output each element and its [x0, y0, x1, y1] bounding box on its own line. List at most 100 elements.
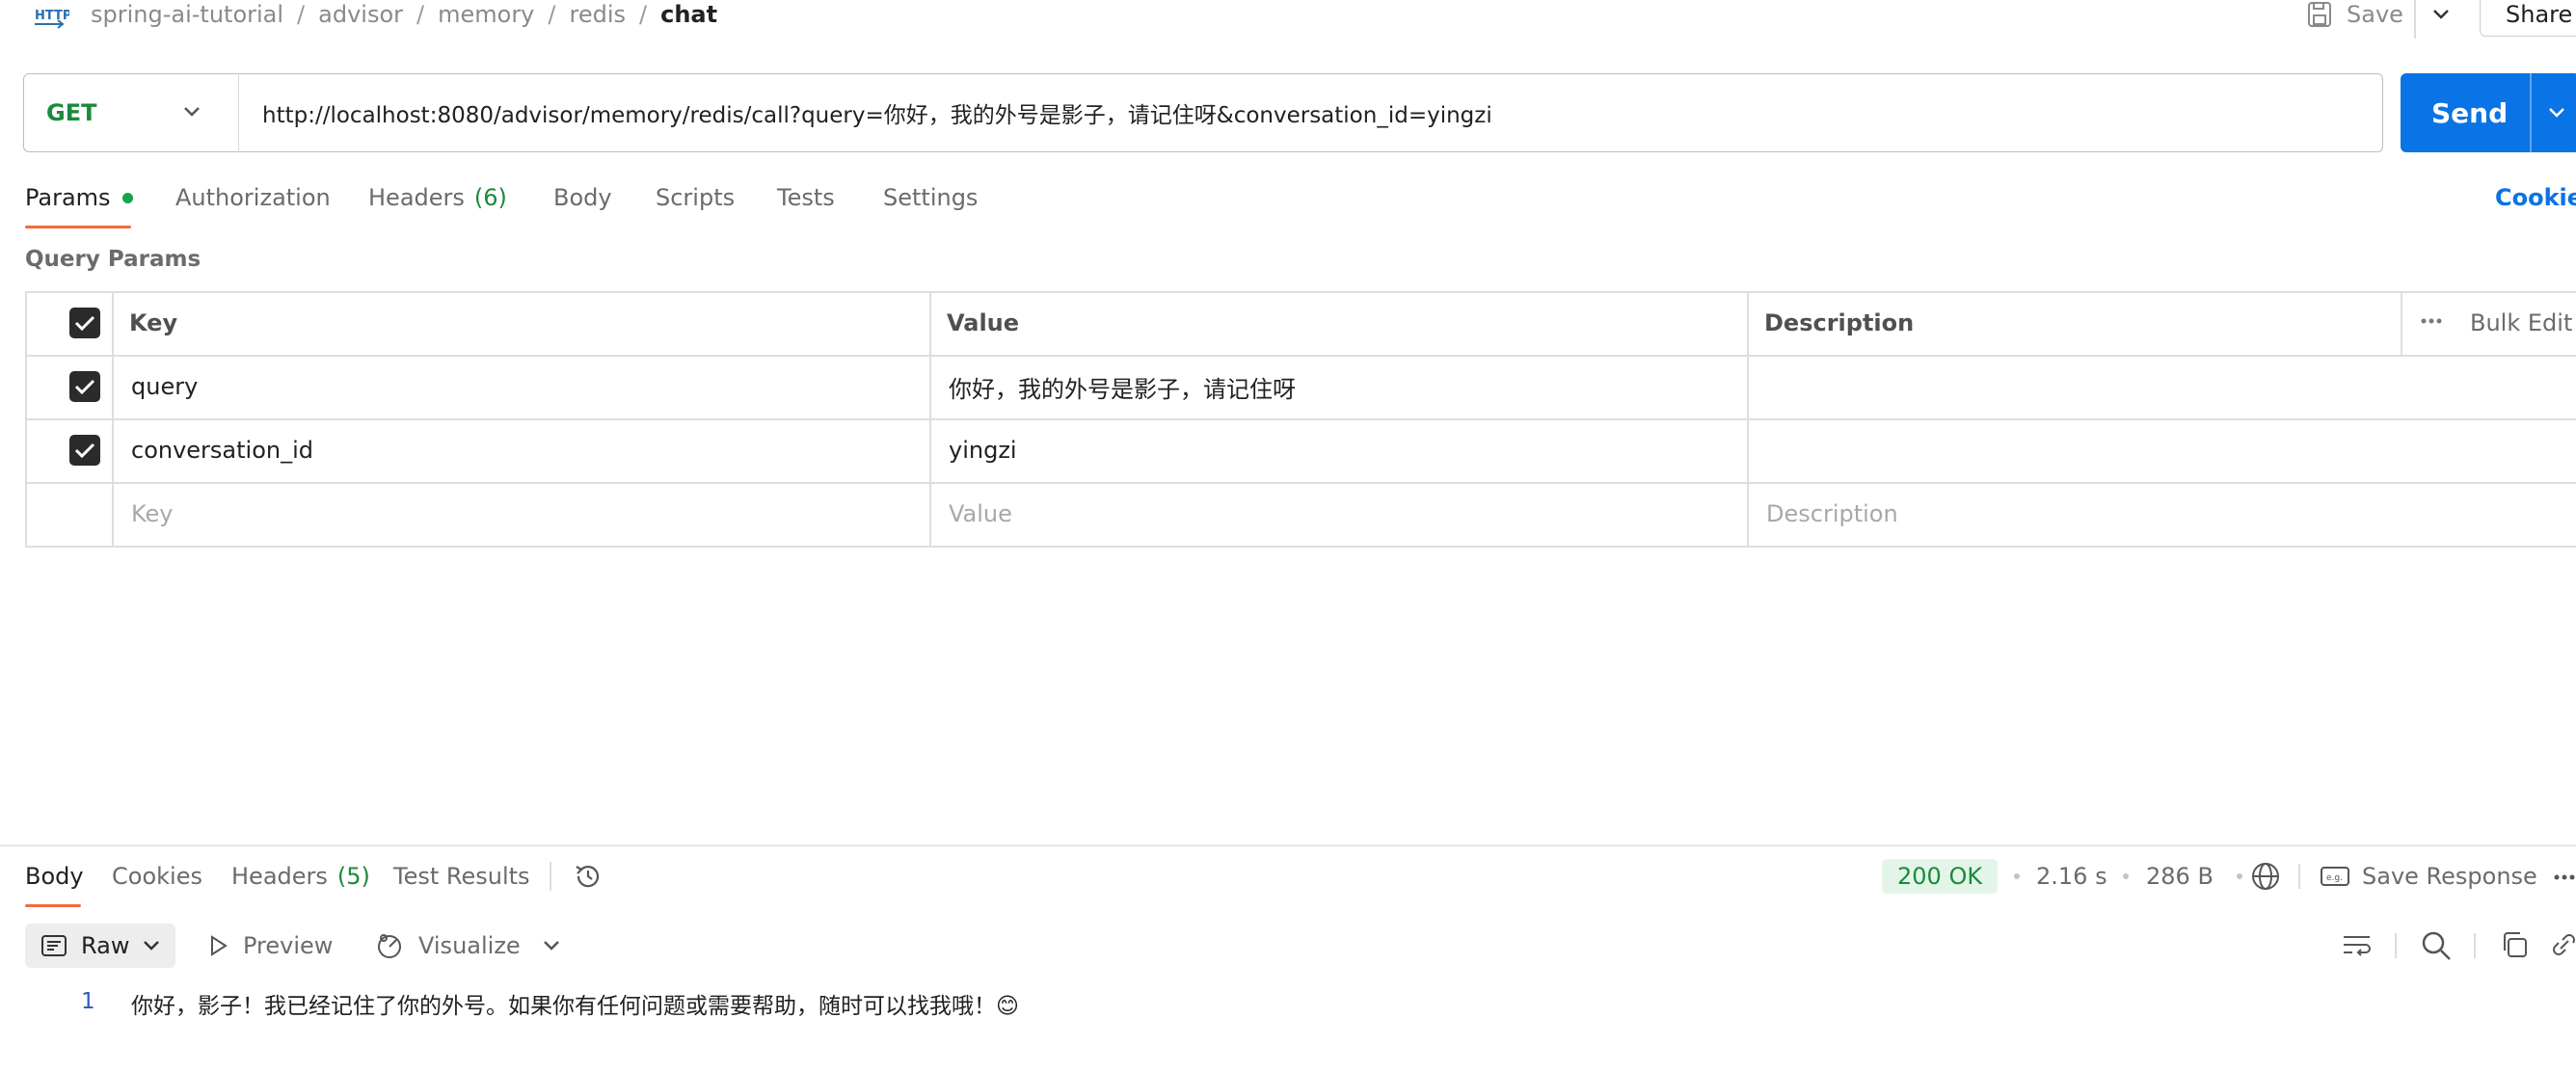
breadcrumb-current[interactable]: chat [660, 1, 717, 28]
save-icon [2306, 1, 2333, 28]
save-response-icon: e.g. [2320, 865, 2350, 888]
globe-icon[interactable] [2250, 861, 2281, 892]
headers-count: (6) [473, 184, 507, 211]
breadcrumb-item[interactable]: memory [438, 1, 534, 28]
save-response-button[interactable]: e.g. Save Response [2320, 862, 2537, 891]
save-button[interactable]: Save [2306, 0, 2403, 29]
param-key-cell[interactable]: conversation_id [131, 418, 313, 482]
play-icon [208, 934, 229, 957]
share-button[interactable]: Share [2480, 0, 2576, 37]
param-key-cell[interactable]: query [131, 355, 198, 418]
chevron-down-icon[interactable] [2547, 106, 2566, 120]
tab-params[interactable]: Params [25, 183, 133, 212]
breadcrumb-separator: / [548, 1, 556, 28]
breadcrumb-separator: / [297, 1, 306, 28]
share-label: Share [2506, 1, 2573, 28]
table-border [2401, 291, 2402, 355]
response-tab-body[interactable]: Body [25, 862, 84, 891]
method-label: GET [46, 99, 97, 126]
table-border [25, 291, 27, 547]
format-label: Raw [81, 932, 130, 959]
chevron-down-icon [2431, 8, 2451, 21]
breadcrumb-separator: / [416, 1, 425, 28]
breadcrumb-item[interactable]: redis [569, 1, 626, 28]
new-param-key-input[interactable]: Key [131, 482, 174, 546]
preview-label: Preview [243, 932, 334, 959]
method-select[interactable]: GET [23, 73, 239, 152]
visualize-icon [374, 930, 405, 961]
tab-body[interactable]: Body [553, 183, 612, 212]
table-border [25, 418, 2576, 420]
breadcrumb-separator: / [639, 1, 648, 28]
copy-icon[interactable] [2499, 929, 2530, 960]
divider [2474, 933, 2476, 958]
response-body-text[interactable]: 你好，影子！我已经记住了你的外号。如果你有任何问题或需要帮助，随时可以找我哦！😊 [131, 987, 1019, 1020]
more-options-icon[interactable] [2553, 872, 2576, 882]
separator-dot [2237, 873, 2242, 879]
divider [2530, 73, 2532, 152]
response-divider [0, 844, 2576, 846]
visualize-button[interactable]: Visualize [374, 924, 521, 968]
chevron-down-icon [182, 105, 201, 119]
visualize-dropdown[interactable] [542, 924, 561, 968]
param-value-cell[interactable]: 你好，我的外号是影子，请记住呀 [949, 355, 1296, 418]
chevron-down-icon [143, 940, 160, 951]
table-border [25, 546, 2576, 548]
tab-underline [25, 904, 81, 907]
http-icon: HTTP [33, 0, 91, 29]
query-params-title: Query Params [25, 247, 201, 272]
tab-underline [25, 226, 131, 228]
send-label: Send [2431, 96, 2509, 129]
more-options-icon[interactable] [2420, 316, 2443, 326]
save-options-dropdown[interactable] [2431, 0, 2451, 29]
response-tab-headers[interactable]: Headers (5) [231, 862, 370, 891]
chevron-down-icon [542, 939, 561, 952]
wrap-lines-icon[interactable] [2341, 931, 2374, 960]
tab-headers[interactable]: Headers (6) [368, 183, 507, 212]
row-checkbox[interactable] [69, 435, 100, 466]
status-badge: 200 OK [1882, 859, 1999, 894]
svg-text:e.g.: e.g. [2326, 873, 2343, 883]
tab-label: Headers [231, 863, 328, 890]
bulk-edit-button[interactable]: Bulk Edit [2470, 291, 2572, 355]
cookies-link[interactable]: Cookies [2495, 183, 2576, 212]
history-icon[interactable] [573, 861, 604, 892]
headers-count: (5) [336, 863, 370, 890]
column-header-value: Value [947, 309, 1020, 336]
divider [2298, 864, 2300, 889]
select-all-checkbox[interactable] [69, 308, 100, 338]
tab-tests[interactable]: Tests [777, 183, 835, 212]
params-active-indicator [121, 192, 133, 203]
preview-button[interactable]: Preview [208, 924, 333, 968]
link-icon[interactable] [2549, 929, 2576, 960]
separator-dot [2014, 873, 2020, 879]
param-value-cell[interactable]: yingzi [949, 418, 1017, 482]
breadcrumb-item[interactable]: spring-ai-tutorial [91, 1, 283, 28]
table-border [112, 291, 114, 547]
visualize-label: Visualize [418, 932, 521, 959]
column-header-key: Key [129, 309, 178, 336]
table-border [25, 291, 2576, 293]
url-input[interactable]: http://localhost:8080/advisor/memory/red… [262, 73, 1492, 152]
tab-authorization[interactable]: Authorization [175, 183, 331, 212]
tab-settings[interactable]: Settings [883, 183, 978, 212]
svg-text:HTTP: HTTP [35, 9, 69, 23]
send-button[interactable]: Send [2401, 73, 2576, 152]
search-icon[interactable] [2420, 929, 2453, 962]
tab-label: Headers [368, 184, 465, 211]
response-tab-cookies[interactable]: Cookies [112, 862, 202, 891]
column-header-description: Description [1764, 309, 1915, 336]
raw-format-icon [40, 934, 67, 957]
breadcrumb-item[interactable]: advisor [318, 1, 403, 28]
format-select[interactable]: Raw [25, 924, 175, 968]
row-checkbox[interactable] [69, 371, 100, 402]
tab-label: Params [25, 184, 111, 211]
table-border [1747, 291, 1749, 547]
new-param-value-input[interactable]: Value [949, 482, 1012, 546]
table-border [25, 355, 2576, 357]
response-size: 286 B [2146, 863, 2214, 890]
table-border [25, 482, 2576, 484]
tab-scripts[interactable]: Scripts [656, 183, 735, 212]
response-tab-test-results[interactable]: Test Results [393, 862, 530, 891]
new-param-description-input[interactable]: Description [1766, 482, 1898, 546]
